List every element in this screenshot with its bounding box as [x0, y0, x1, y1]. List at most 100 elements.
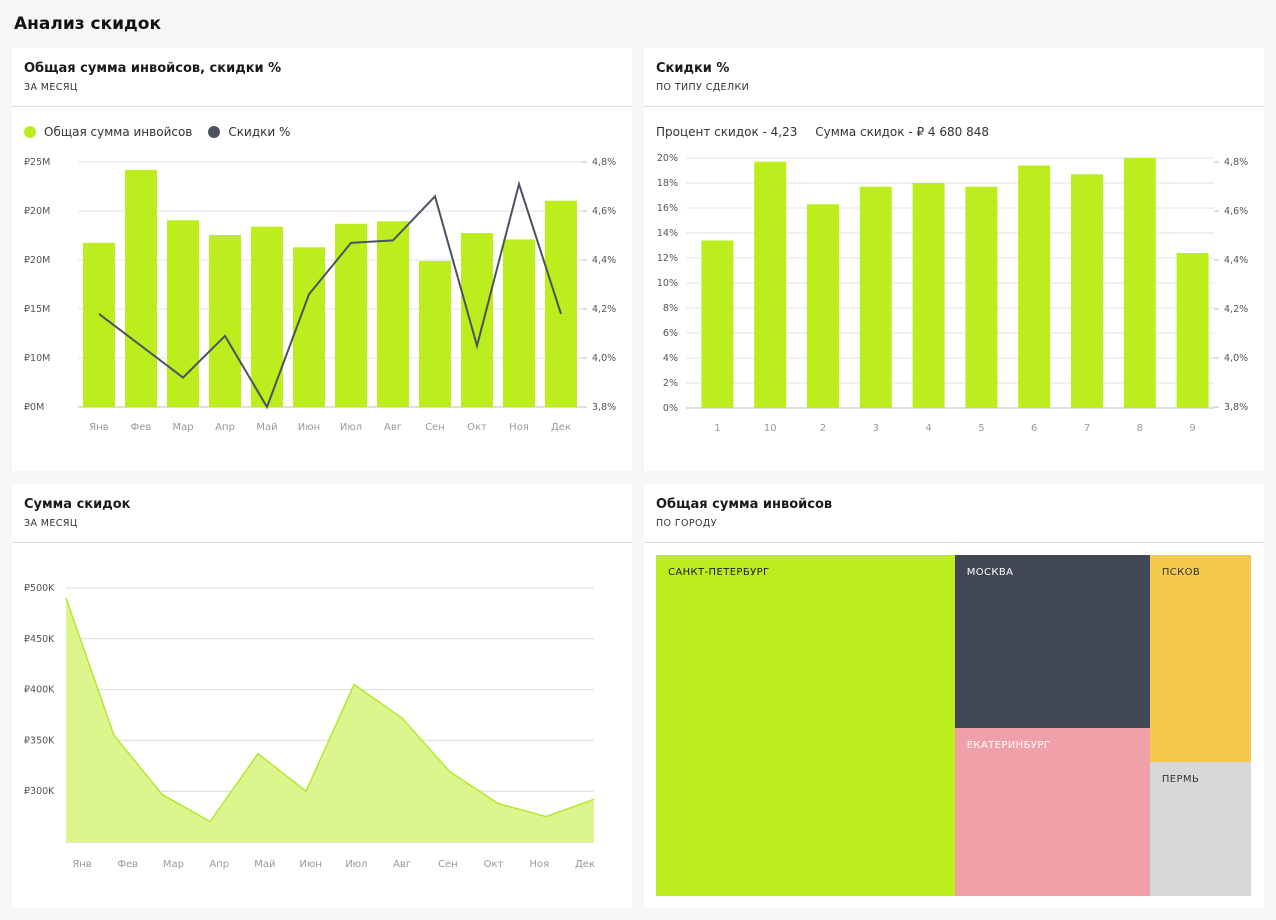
- treemap-cell[interactable]: ЕКАТЕРИНБУРГ: [954, 727, 1150, 896]
- bar: [335, 223, 367, 407]
- card-title: Общая сумма инвойсов: [656, 497, 833, 512]
- x-tick-label: 10: [764, 423, 777, 434]
- y2-tick-label: 4,0%: [592, 353, 616, 364]
- y2-tick-label: 4,2%: [1224, 304, 1248, 315]
- invoices-discounts-chart: ₽0M ₽10M ₽15M ₽20M ₽20M ₽25M 3,8% 4,0% 4,2% 4,4% 4…: [24, 157, 616, 433]
- bar: [125, 169, 157, 407]
- y2-tick-label: 3,8%: [592, 402, 616, 413]
- x-tick-label: Июл: [340, 422, 362, 433]
- y2-tick-label: 3,8%: [1224, 402, 1248, 413]
- page-title: Анализ скидок: [14, 14, 162, 34]
- x-tick-label: 1: [714, 423, 720, 434]
- x-tick-label: Мар: [172, 422, 193, 433]
- y-tick-label: ₽350K: [24, 735, 55, 746]
- x-tick-label: 6: [1031, 423, 1037, 434]
- x-tick-label: Июн: [298, 422, 320, 433]
- x-tick-label: Ноя: [509, 422, 529, 433]
- bar: [419, 260, 451, 407]
- discounts-by-deal-chart: 0% 2% 4% 6% 8% 10% 12% 14% 16% 18% 20% 3,8% 4,0% 4,2%…: [657, 153, 1248, 434]
- y-tick-label: ₽15M: [24, 304, 50, 315]
- x-tick-label: Сен: [438, 859, 458, 870]
- bar: [461, 233, 493, 407]
- x-tick-label: Май: [254, 859, 275, 870]
- y-tick-label: ₽20M: [24, 206, 50, 217]
- bar: [1018, 165, 1051, 408]
- x-tick-label: Апр: [209, 859, 229, 870]
- y-tick-label: ₽10M: [24, 353, 50, 364]
- y-tick-label: 12%: [657, 253, 678, 264]
- invoices-discounts-card: Общая сумма инвойсов, скидки % ЗА МЕСЯЦ …: [12, 48, 632, 471]
- x-tick-label: Авг: [384, 422, 402, 433]
- x-tick-label: 4: [925, 423, 931, 434]
- invoices-by-city-card: Общая сумма инвойсов ПО ГОРОДУ САНКТ-ПЕТ…: [644, 484, 1264, 908]
- x-tick-label: Фев: [131, 422, 152, 433]
- bar: [545, 200, 577, 407]
- x-tick-label: Сен: [425, 422, 445, 433]
- x-tick-label: 8: [1137, 423, 1143, 434]
- area-fill: [66, 598, 594, 842]
- treemap-cell[interactable]: ПСКОВ: [1149, 555, 1251, 762]
- y-tick-label: ₽450K: [24, 634, 55, 645]
- y-tick-label: ₽400K: [24, 685, 55, 696]
- x-tick-label: Дек: [575, 859, 595, 870]
- x-tick-label: Июл: [345, 859, 367, 870]
- x-tick-label: Ноя: [529, 859, 549, 870]
- bar: [859, 186, 892, 408]
- bar: [377, 221, 409, 407]
- y2-tick-label: 4,4%: [1224, 255, 1248, 266]
- treemap-cell[interactable]: ПЕРМЬ: [1149, 761, 1251, 896]
- bar: [701, 240, 734, 408]
- y-tick-label: ₽20M: [24, 255, 50, 266]
- x-tick-label: Июн: [299, 859, 321, 870]
- treemap-cell[interactable]: МОСКВА: [954, 555, 1150, 728]
- x-tick-label: 3: [873, 423, 879, 434]
- y-tick-label: 14%: [657, 228, 678, 239]
- bar: [1176, 253, 1209, 408]
- treemap-cell[interactable]: САНКТ-ПЕТЕРБУРГ: [656, 555, 955, 896]
- treemap-cell-label: ЕКАТЕРИНБУРГ: [966, 739, 1051, 751]
- x-tick-label: Апр: [215, 422, 235, 433]
- y-tick-label: ₽0M: [24, 402, 44, 413]
- x-tick-label: 5: [978, 423, 984, 434]
- y-tick-label: ₽500K: [24, 583, 55, 594]
- y-tick-label: 16%: [657, 203, 678, 214]
- treemap-cell-label: САНКТ-ПЕТЕРБУРГ: [668, 567, 770, 578]
- y2-tick-label: 4,2%: [592, 304, 616, 315]
- discount-sum-chart: ₽300K ₽350K ₽400K ₽450K ₽500K Янв Фев Мар Апр Май…: [24, 583, 595, 870]
- card-subtitle: ПО ГОРОДУ: [656, 518, 717, 529]
- bar: [965, 186, 998, 408]
- y-tick-label: ₽300K: [24, 786, 55, 797]
- x-tick-label: Авг: [393, 859, 411, 870]
- y2-tick-label: 4,6%: [592, 206, 616, 217]
- x-tick-label: 9: [1189, 423, 1195, 434]
- treemap-cell-label: ПСКОВ: [1161, 567, 1201, 578]
- x-tick-label: Фев: [117, 859, 138, 870]
- bar: [807, 204, 839, 408]
- card-header: Общая сумма инвойсов ПО ГОРОДУ: [644, 484, 1264, 543]
- x-tick-label: Янв: [89, 422, 108, 433]
- y-tick-label: 0%: [663, 403, 678, 414]
- y2-tick-label: 4,8%: [592, 157, 616, 168]
- bar: [754, 161, 787, 408]
- x-tick-label: Мар: [163, 859, 184, 870]
- y2-tick-label: 4,4%: [592, 255, 616, 266]
- y-tick-label: 18%: [657, 178, 678, 189]
- y-tick-label: ₽25M: [24, 157, 50, 168]
- y-tick-label: 10%: [657, 278, 678, 289]
- y-tick-label: 20%: [657, 153, 678, 164]
- bar: [83, 242, 115, 407]
- x-tick-label: Янв: [72, 859, 91, 870]
- x-tick-label: Окт: [484, 859, 504, 870]
- bar: [1071, 174, 1103, 408]
- y-tick-label: 4%: [663, 353, 678, 364]
- y2-tick-label: 4,8%: [1224, 157, 1248, 168]
- bar: [1123, 158, 1156, 408]
- bar: [503, 239, 535, 407]
- x-tick-label: 7: [1084, 423, 1090, 434]
- y-tick-label: 6%: [663, 328, 678, 339]
- y-tick-label: 8%: [663, 303, 678, 314]
- x-tick-label: Дек: [551, 422, 571, 433]
- bar: [167, 220, 199, 407]
- bar: [912, 183, 945, 408]
- y-tick-label: 2%: [663, 378, 678, 389]
